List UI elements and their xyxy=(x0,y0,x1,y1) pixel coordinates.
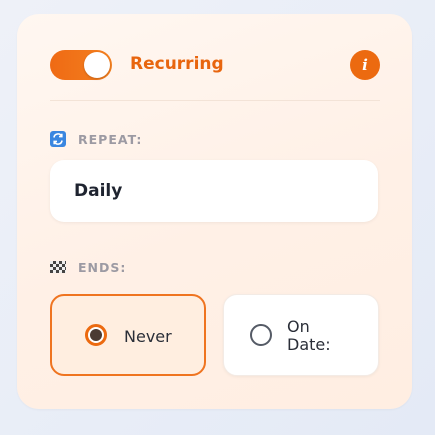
repeat-icon xyxy=(50,131,66,147)
repeat-value: Daily xyxy=(74,181,123,201)
ends-label: ENDS: xyxy=(78,259,127,275)
info-icon[interactable]: i xyxy=(350,50,380,80)
radio-never[interactable] xyxy=(85,324,107,346)
repeat-label: REPEAT: xyxy=(78,131,143,147)
ends-section-label: ENDS: xyxy=(50,258,126,276)
recurrence-card: Recurring i REPEAT: Daily ENDS: Never On… xyxy=(17,14,412,409)
recurring-label[interactable]: Recurring xyxy=(130,52,224,76)
radio-on-date[interactable] xyxy=(250,324,272,346)
checkered-flag-icon xyxy=(50,261,66,273)
ends-option-never[interactable]: Never xyxy=(50,294,206,376)
ends-option-never-label: Never xyxy=(124,327,172,346)
recurring-toggle[interactable] xyxy=(50,50,112,80)
repeat-select[interactable]: Daily xyxy=(50,160,378,222)
repeat-section-label: REPEAT: xyxy=(50,130,142,148)
toggle-knob xyxy=(84,52,110,78)
divider xyxy=(50,100,380,101)
ends-option-on-date[interactable]: On Date: xyxy=(223,294,379,376)
ends-option-on-date-label: On Date: xyxy=(287,317,331,354)
